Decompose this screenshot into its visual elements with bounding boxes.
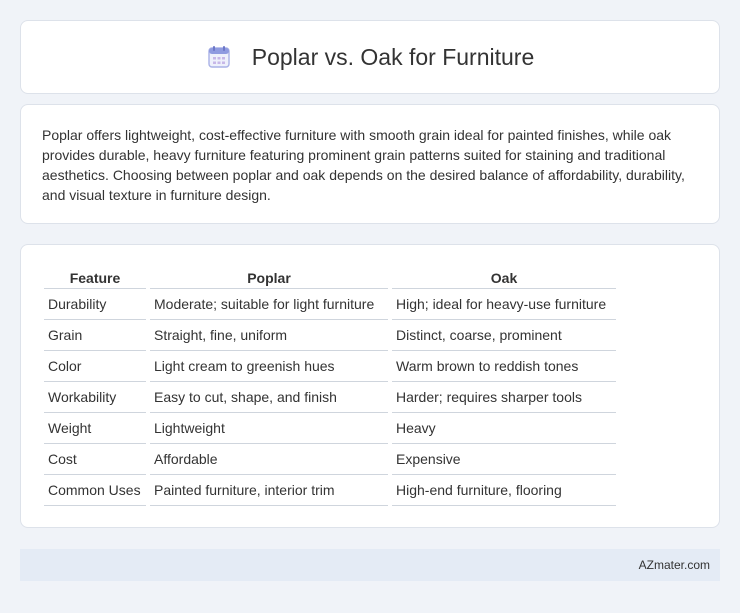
table-row: Common Uses Painted furniture, interior … <box>44 475 616 506</box>
header-feature: Feature <box>44 265 146 289</box>
comparison-table: Feature Poplar Oak Durability Moderate; … <box>40 265 620 506</box>
comparison-card: Feature Poplar Oak Durability Moderate; … <box>20 244 720 528</box>
oak-cell: High-end furniture, flooring <box>392 475 616 506</box>
footer: AZmater.com <box>20 549 720 581</box>
poplar-cell: Moderate; suitable for light furniture <box>150 289 388 320</box>
poplar-cell: Affordable <box>150 444 388 475</box>
page-title: Poplar vs. Oak for Furniture <box>251 43 535 70</box>
feature-cell: Color <box>44 351 146 382</box>
oak-cell: High; ideal for heavy-use furniture <box>392 289 616 320</box>
feature-cell: Common Uses <box>44 475 146 506</box>
footer-brand[interactable]: AZmater.com <box>639 558 710 572</box>
table-row: Color Light cream to greenish hues Warm … <box>44 351 616 382</box>
table-row: Grain Straight, fine, uniform Distinct, … <box>44 320 616 351</box>
description-card: Poplar offers lightweight, cost-effectiv… <box>20 104 720 224</box>
poplar-cell: Straight, fine, uniform <box>150 320 388 351</box>
table-row: Workability Easy to cut, shape, and fini… <box>44 382 616 413</box>
feature-cell: Cost <box>44 444 146 475</box>
title-card: Poplar vs. Oak for Furniture <box>20 20 720 94</box>
feature-cell: Durability <box>44 289 146 320</box>
poplar-cell: Easy to cut, shape, and finish <box>150 382 388 413</box>
table-header-row: Feature Poplar Oak <box>44 265 616 289</box>
feature-cell: Weight <box>44 413 146 444</box>
poplar-cell: Light cream to greenish hues <box>150 351 388 382</box>
calendar-icon <box>206 45 232 69</box>
oak-cell: Distinct, coarse, prominent <box>392 320 616 351</box>
table-row: Durability Moderate; suitable for light … <box>44 289 616 320</box>
table-row: Cost Affordable Expensive <box>44 444 616 475</box>
feature-cell: Grain <box>44 320 146 351</box>
feature-cell: Workability <box>44 382 146 413</box>
poplar-cell: Painted furniture, interior trim <box>150 475 388 506</box>
oak-cell: Warm brown to reddish tones <box>392 351 616 382</box>
header-poplar: Poplar <box>150 265 388 289</box>
poplar-cell: Lightweight <box>150 413 388 444</box>
oak-cell: Expensive <box>392 444 616 475</box>
oak-cell: Harder; requires sharper tools <box>392 382 616 413</box>
table-row: Weight Lightweight Heavy <box>44 413 616 444</box>
description-text: Poplar offers lightweight, cost-effectiv… <box>42 127 685 203</box>
header-oak: Oak <box>392 265 616 289</box>
oak-cell: Heavy <box>392 413 616 444</box>
